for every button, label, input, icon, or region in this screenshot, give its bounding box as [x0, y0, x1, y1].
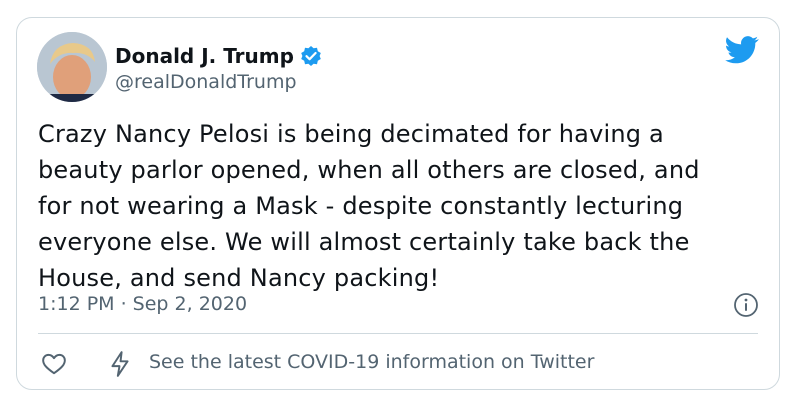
author-display-name[interactable]: Donald J. Trump — [115, 44, 294, 68]
info-icon[interactable] — [733, 292, 759, 318]
tweet-text: Crazy Nancy Pelosi is being decimated fo… — [38, 116, 768, 296]
avatar[interactable] — [37, 32, 107, 102]
tweet-text-line: beauty parlor opened, when all others ar… — [38, 156, 700, 184]
divider — [38, 333, 758, 334]
author-name-row: Donald J. Trump — [115, 44, 322, 68]
heart-icon[interactable] — [41, 351, 67, 377]
lightning-bolt-icon — [107, 350, 133, 378]
tweet-text-line: House, and send Nancy packing! — [38, 264, 440, 292]
tweet-text-line: Crazy Nancy Pelosi is being decimated fo… — [38, 120, 664, 148]
tweet-text-line: everyone else. We will almost certainly … — [38, 228, 690, 256]
covid-info-link[interactable]: See the latest COVID-19 information on T… — [149, 351, 594, 373]
twitter-bird-icon[interactable] — [725, 36, 759, 64]
tweet-text-line: for not wearing a Mask - despite constan… — [38, 192, 684, 220]
verified-badge-icon — [300, 45, 322, 67]
tweet-timestamp[interactable]: 1:12 PM · Sep 2, 2020 — [38, 293, 247, 315]
author-handle[interactable]: @realDonaldTrump — [115, 71, 297, 93]
tweet-card: Donald J. Trump @realDonaldTrump Crazy N… — [16, 17, 780, 390]
